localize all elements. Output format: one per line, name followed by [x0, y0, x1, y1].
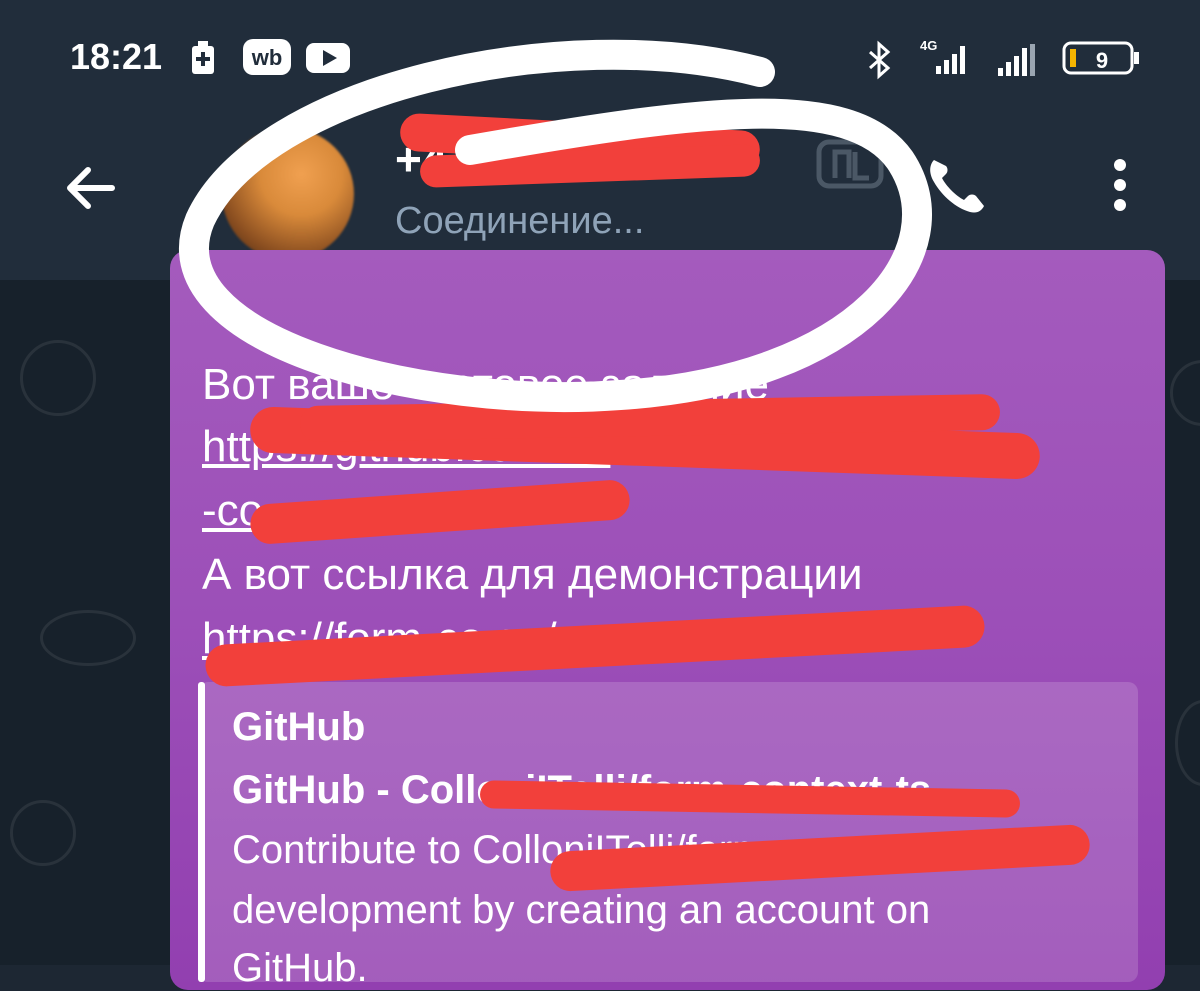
annotation-circle [179, 39, 932, 412]
